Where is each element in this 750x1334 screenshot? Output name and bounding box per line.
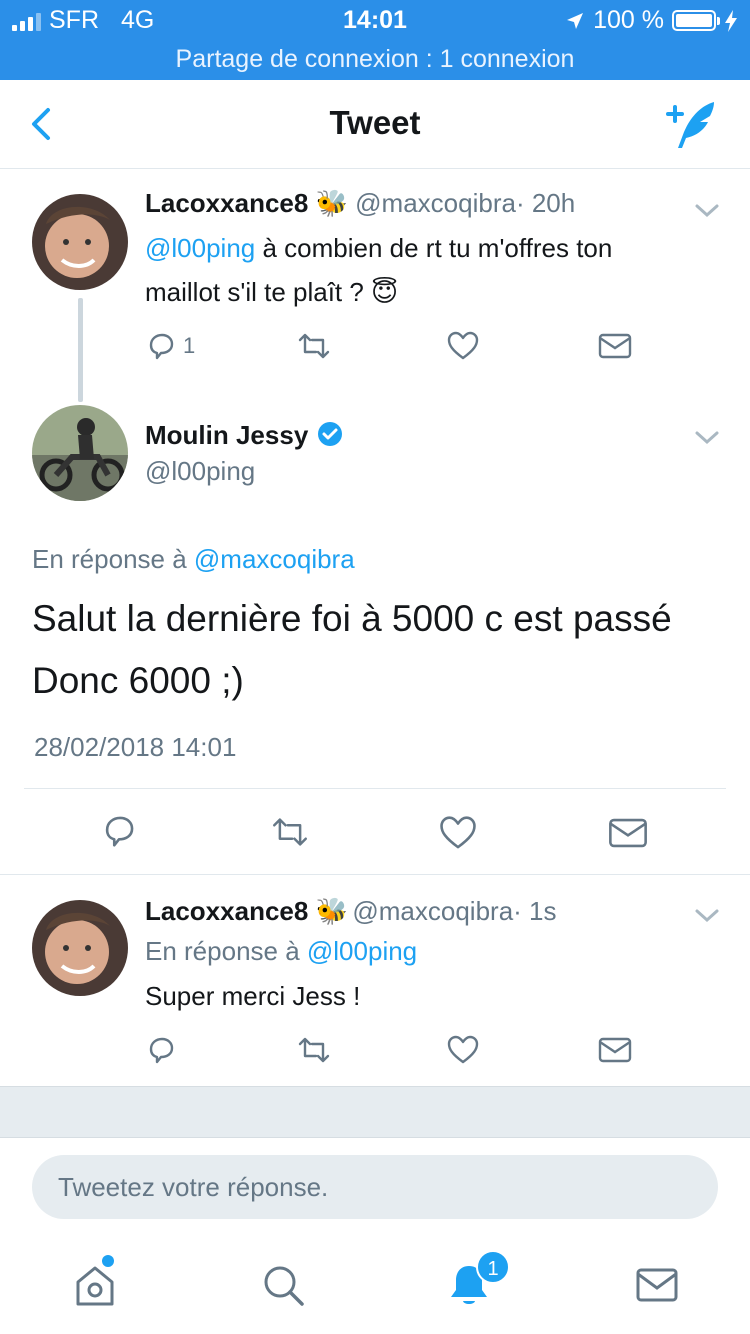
message-icon[interactable] [598, 1036, 632, 1064]
divider [24, 788, 726, 789]
reply-context-label: En réponse à [145, 936, 307, 966]
tweet-item[interactable]: Lacoxxance8 🐝 @maxcoqibra· 20h @l00ping … [0, 170, 750, 395]
battery-icon [672, 10, 720, 31]
message-icon[interactable] [608, 816, 648, 850]
battery-percent: 100 % [593, 6, 664, 34]
display-name[interactable]: Lacoxxance8 🐝 [145, 896, 348, 926]
reply-context: En réponse à @maxcoqibra [32, 544, 355, 575]
avatar[interactable] [32, 405, 128, 501]
tweet-text-line: Donc 6000 ;) [32, 660, 244, 701]
compose-tweet-icon[interactable] [664, 98, 720, 154]
thread-connector [78, 298, 83, 402]
retweet-icon[interactable] [268, 814, 312, 850]
username[interactable]: @maxcoqibra [355, 188, 516, 218]
reply-icon[interactable] [145, 1034, 177, 1066]
message-icon[interactable] [598, 332, 632, 360]
reply-context: En réponse à @l00ping [145, 936, 417, 967]
like-icon[interactable] [446, 330, 480, 362]
timeline-footer [0, 1086, 750, 1138]
tweet-text-line: Salut la dernière foi à 5000 c est passé [32, 598, 672, 639]
main-tweet: Moulin Jessy @l00ping En réponse à @maxc… [0, 400, 750, 870]
location-arrow-icon [567, 12, 584, 29]
nav-bar: Tweet [0, 80, 750, 169]
username[interactable]: @maxcoqibra [352, 896, 513, 926]
tweet-time: · 1s [513, 896, 557, 926]
chevron-down-icon[interactable] [694, 430, 720, 446]
tweet-item[interactable]: Lacoxxance8 🐝 @maxcoqibra· 1s En réponse… [0, 876, 750, 1086]
tweet-header: Lacoxxance8 🐝 @maxcoqibra· 1s [145, 896, 557, 927]
reply-context-label: En réponse à [32, 544, 194, 574]
display-name[interactable]: Lacoxxance8 🐝 [145, 188, 348, 218]
like-icon[interactable] [446, 1034, 480, 1066]
home-icon[interactable] [70, 1260, 120, 1310]
retweet-icon[interactable] [296, 1034, 332, 1066]
page-title: Tweet [329, 104, 421, 141]
avatar[interactable] [32, 900, 128, 996]
divider [0, 874, 750, 875]
notification-badge: 1 [476, 1250, 510, 1284]
chevron-down-icon[interactable] [694, 908, 720, 924]
tweet-header: Moulin Jessy [145, 420, 343, 451]
main-tweet-actions [0, 810, 750, 860]
reply-input[interactable]: Tweetez votre réponse. [32, 1155, 718, 1219]
reply-icon [149, 333, 174, 360]
mention-link[interactable]: @l00ping [307, 936, 417, 966]
tweet-text-line: maillot s'il te plaît ? 😇 [145, 277, 399, 307]
hotspot-banner[interactable]: Partage de connexion : 1 connexion [0, 40, 750, 80]
mention-link[interactable]: @l00ping [145, 233, 255, 263]
tweet-timestamp: 28/02/2018 14:01 [34, 732, 237, 762]
search-icon[interactable] [258, 1260, 308, 1310]
tweet-time: · 20h [515, 188, 576, 218]
display-name[interactable]: Moulin Jessy [145, 420, 308, 450]
mention-link[interactable]: @maxcoqibra [194, 544, 355, 574]
like-icon[interactable] [438, 814, 478, 852]
status-bar: SFR 4G 14:01 100 % [0, 0, 750, 40]
reply-count: 1 [183, 333, 196, 358]
tweet-text-line: à combien de rt tu m'offres ton [255, 233, 613, 263]
messages-icon[interactable] [632, 1260, 682, 1310]
chevron-down-icon[interactable] [694, 203, 720, 219]
charging-icon [725, 9, 737, 32]
username[interactable]: @l00ping [145, 456, 255, 487]
tweet-text: @l00ping à combien de rt tu m'offres ton… [145, 226, 715, 314]
reply-icon[interactable] [100, 812, 138, 850]
tab-bar [0, 1240, 750, 1334]
retweet-icon[interactable] [296, 330, 332, 362]
status-bar-right: 100 % [565, 6, 738, 35]
new-content-dot [102, 1255, 114, 1267]
tweet-text: Salut la dernière foi à 5000 c est passé… [32, 588, 722, 712]
tweet-header: Lacoxxance8 🐝 @maxcoqibra· 20h [145, 188, 575, 219]
tweet-text: Super merci Jess ! [145, 981, 361, 1011]
verified-badge-icon [317, 422, 342, 446]
avatar[interactable] [32, 194, 128, 290]
reply-button[interactable]: 1 [145, 330, 195, 362]
